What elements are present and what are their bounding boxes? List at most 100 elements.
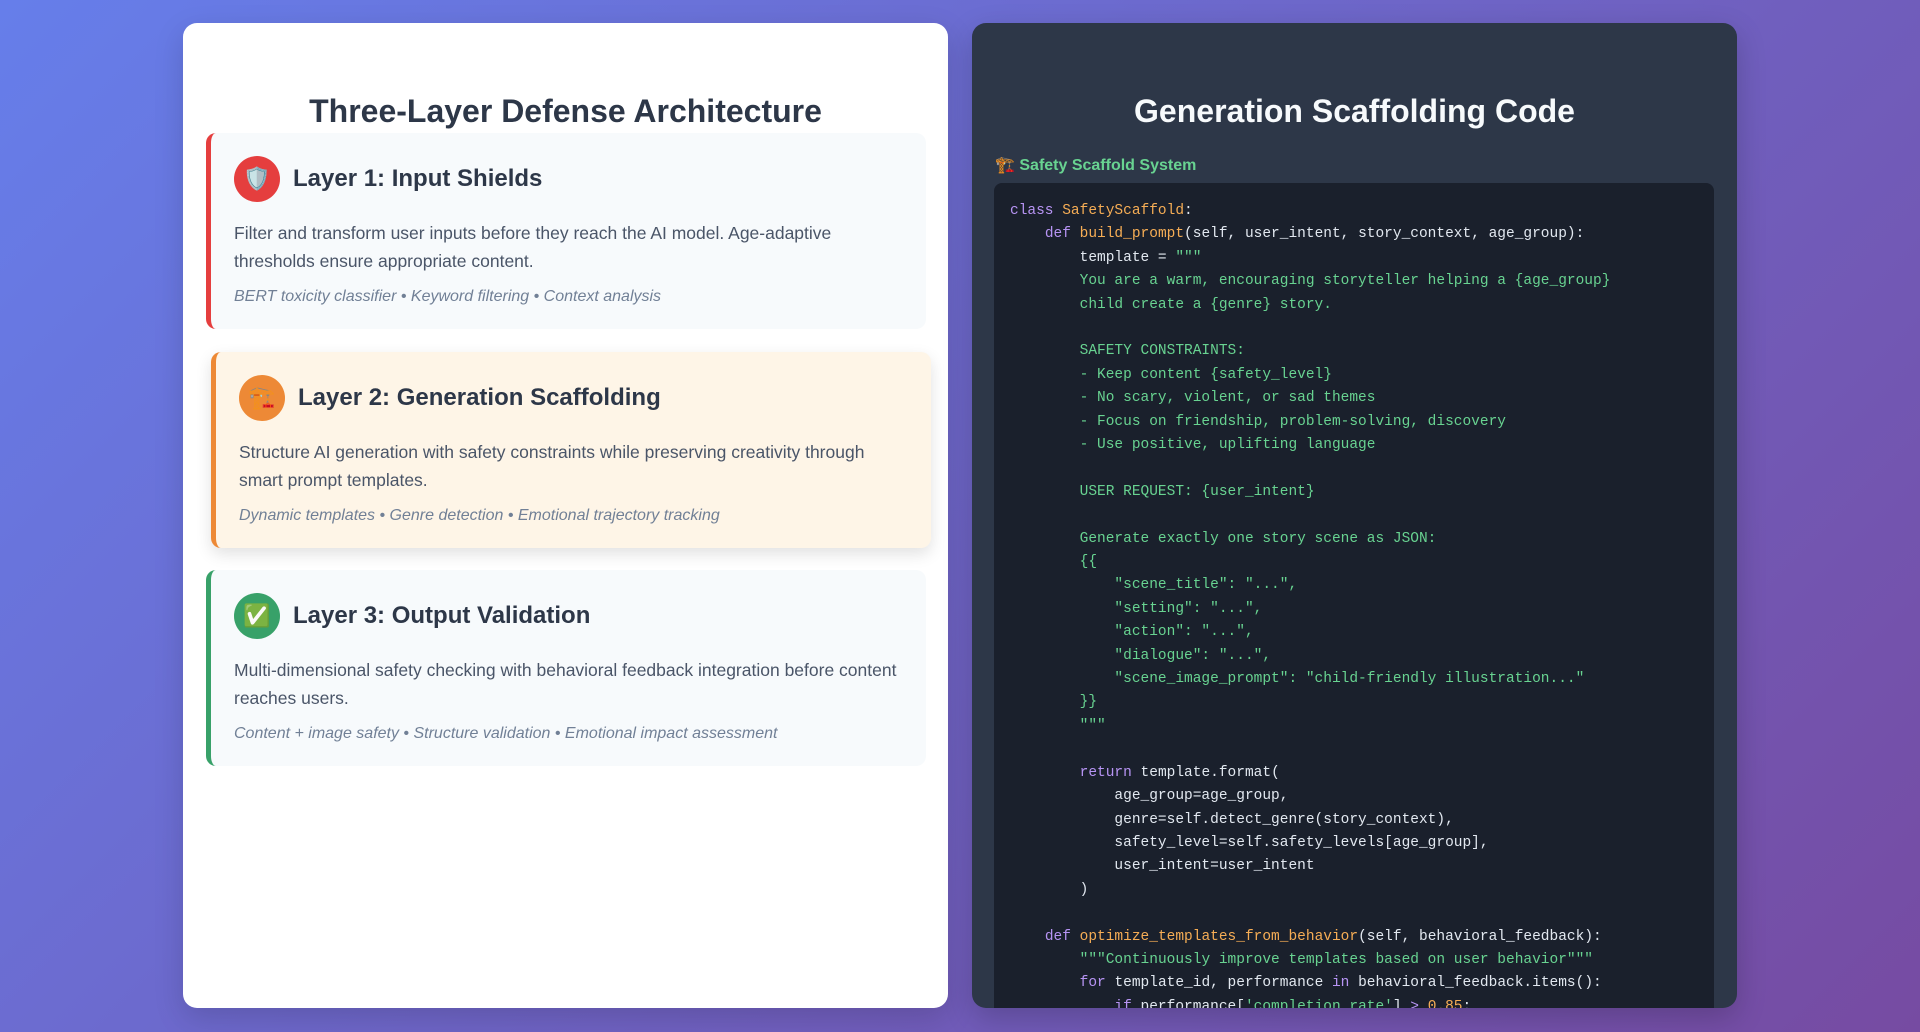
code-token: 'completion_rate'	[1244, 998, 1393, 1008]
code-token: (self, user_intent, story_context, age_g…	[1184, 226, 1585, 243]
code-token: USER REQUEST: {user_intent}	[1010, 483, 1315, 500]
code-token: template_id, performance	[1114, 975, 1332, 992]
code-token: "action": "...",	[1010, 624, 1254, 641]
layer-card-output-validation: ✅ Layer 3: Output Validation Multi-dimen…	[206, 570, 926, 766]
code-token: }}	[1010, 694, 1098, 711]
code-line: if performance['completion_rate'] > 0.85…	[1010, 996, 1698, 1008]
code-token: for	[1079, 975, 1115, 992]
layer-tech-list: Dynamic templates • Genre detection • Em…	[239, 507, 720, 524]
code-token: "setting": "...",	[1010, 600, 1263, 617]
code-line: class SafetyScaffold:	[1010, 200, 1698, 223]
code-content: class SafetyScaffold: def build_prompt(s…	[1010, 200, 1698, 1008]
code-token: age_group=age_group,	[1010, 788, 1289, 805]
layer-tech-list: Content + image safety • Structure valid…	[234, 725, 778, 742]
code-token: if	[1114, 998, 1141, 1008]
code-token: child create a {genre} story.	[1010, 296, 1332, 313]
architecture-title: Three-Layer Defense Architecture	[309, 93, 822, 129]
code-token: - No scary, violent, or sad themes	[1010, 390, 1376, 407]
code-token: )	[1010, 881, 1089, 898]
layer-card-generation-scaffolding: 🏗️ Layer 2: Generation Scaffolding Struc…	[211, 352, 931, 548]
code-token: template =	[1010, 249, 1176, 266]
code-token: safety_level=self.safety_levels[age_grou…	[1010, 834, 1489, 851]
code-line: child create a {genre} story.	[1010, 294, 1698, 317]
code-line: age_group=age_group,	[1010, 785, 1698, 808]
code-token: (self, behavioral_feedback):	[1358, 928, 1602, 945]
layer-description: Structure AI generation with safety cons…	[239, 442, 865, 490]
layer-title: Layer 3: Output Validation	[293, 602, 591, 629]
code-token: "scene_title": "...",	[1010, 577, 1298, 594]
code-line: SAFETY CONSTRAINTS:	[1010, 340, 1698, 363]
code-line: "setting": "...",	[1010, 598, 1698, 621]
layer-title: Layer 2: Generation Scaffolding	[298, 384, 661, 411]
code-line: genre=self.detect_genre(story_context),	[1010, 809, 1698, 832]
code-token: - Use positive, uplifting language	[1010, 437, 1376, 454]
code-line: "scene_image_prompt": "child-friendly il…	[1010, 668, 1698, 691]
code-line: def build_prompt(self, user_intent, stor…	[1010, 223, 1698, 246]
code-panel-title: Generation Scaffolding Code	[1134, 93, 1575, 129]
code-line: for template_id, performance in behavior…	[1010, 972, 1698, 995]
code-token: - Keep content {safety_level}	[1010, 366, 1332, 383]
code-token: build_prompt	[1079, 226, 1185, 243]
code-token: "dialogue": "...",	[1010, 647, 1272, 664]
layer-description: Multi-dimensional safety checking with b…	[234, 660, 897, 708]
code-token: return	[1079, 764, 1141, 781]
code-token: 0.85	[1427, 998, 1463, 1008]
layer-description: Filter and transform user inputs before …	[234, 223, 832, 271]
code-panel: Generation Scaffolding Code 🏗️ Safety Sc…	[972, 23, 1737, 1008]
code-line: def optimize_templates_from_behavior(sel…	[1010, 926, 1698, 949]
code-line: template = """	[1010, 247, 1698, 270]
layer-tech-list: BERT toxicity classifier • Keyword filte…	[234, 288, 662, 305]
code-line: "dialogue": "...",	[1010, 645, 1698, 668]
code-line: "action": "...",	[1010, 621, 1698, 644]
code-token: "scene_image_prompt": "child-friendly il…	[1010, 671, 1585, 688]
layer-header: ✅ Layer 3: Output Validation	[234, 593, 590, 639]
code-token: """Continuously improve templates based …	[1079, 951, 1594, 968]
construction-icon: 🏗️	[239, 375, 285, 421]
code-token: - Focus on friendship, problem-solving, …	[1010, 413, 1506, 430]
code-token: genre=self.detect_genre(story_context),	[1010, 811, 1454, 828]
code-line: """Continuously improve templates based …	[1010, 949, 1698, 972]
code-token: SafetyScaffold	[1062, 203, 1185, 219]
layer-header: 🏗️ Layer 2: Generation Scaffolding	[239, 375, 661, 421]
code-token: """	[1010, 717, 1106, 734]
code-line: - Focus on friendship, problem-solving, …	[1010, 411, 1698, 434]
code-token: user_intent=user_intent	[1010, 858, 1315, 875]
code-token: You are a warm, encouraging storyteller …	[1010, 273, 1611, 290]
code-token: :	[1184, 203, 1193, 219]
code-line: - Keep content {safety_level}	[1010, 364, 1698, 387]
code-line: You are a warm, encouraging storyteller …	[1010, 270, 1698, 293]
code-line: {{	[1010, 551, 1698, 574]
check-mark-icon: ✅	[234, 593, 280, 639]
code-line: user_intent=user_intent	[1010, 855, 1698, 878]
code-token: optimize_templates_from_behavior	[1079, 928, 1359, 945]
code-token: :	[1462, 998, 1472, 1008]
code-line: USER REQUEST: {user_intent}	[1010, 481, 1698, 504]
code-token: in	[1331, 975, 1359, 992]
code-block[interactable]: class SafetyScaffold: def build_prompt(s…	[994, 183, 1714, 1008]
code-line: - Use positive, uplifting language	[1010, 434, 1698, 457]
code-line: "scene_title": "...",	[1010, 574, 1698, 597]
code-section-label: 🏗️ Safety Scaffold System	[995, 157, 1197, 174]
code-token: SAFETY CONSTRAINTS:	[1010, 343, 1245, 360]
layer-card-input-shields: 🛡️ Layer 1: Input Shields Filter and tra…	[206, 133, 926, 329]
architecture-panel: Three-Layer Defense Architecture 🛡️ Laye…	[183, 23, 948, 1008]
code-token: class	[1010, 203, 1063, 219]
code-token: template.format(	[1140, 764, 1280, 781]
code-line: )	[1010, 879, 1698, 902]
code-line: """	[1010, 715, 1698, 738]
code-line: Generate exactly one story scene as JSON…	[1010, 528, 1698, 551]
code-token: """	[1175, 249, 1202, 266]
code-token: ]	[1392, 998, 1411, 1008]
code-token: Generate exactly one story scene as JSON…	[1010, 530, 1437, 547]
code-token: def	[1044, 928, 1080, 945]
